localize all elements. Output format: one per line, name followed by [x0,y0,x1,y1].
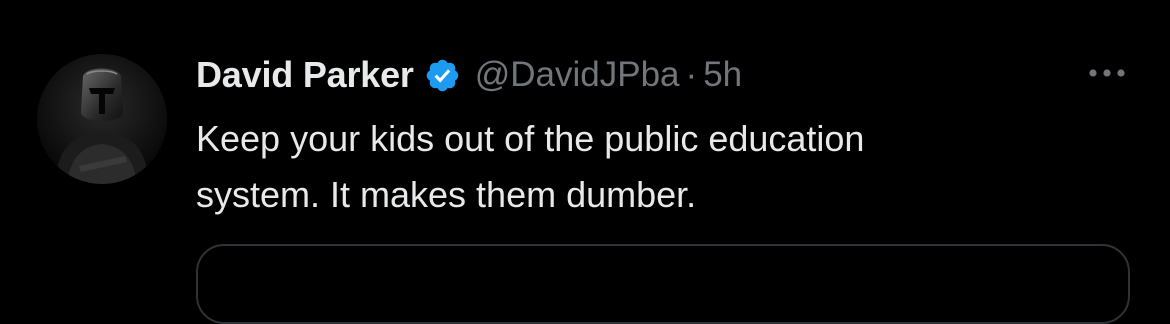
header-separator: · [685,55,698,94]
more-options-button[interactable] [1082,58,1132,88]
quoted-tweet-card[interactable] [196,244,1130,324]
tweet[interactable]: David Parker @DavidJPba · 5h Keep your k… [0,0,1170,324]
tweet-timestamp[interactable]: 5h [703,55,742,95]
verified-badge-icon [424,57,461,94]
tweet-header: David Parker @DavidJPba · 5h [196,52,742,98]
tweet-text-line: system. It makes them dumber. [196,174,697,215]
more-horizontal-icon [1089,69,1125,77]
avatar[interactable] [37,54,167,184]
tweet-text: Keep your kids out of the public educati… [196,111,1096,223]
tweet-text-line: Keep your kids out of the public educati… [196,118,865,159]
author-handle[interactable]: @DavidJPba [475,55,680,95]
author-display-name[interactable]: David Parker [196,54,414,96]
helmeted-figure-avatar-icon [37,54,167,184]
